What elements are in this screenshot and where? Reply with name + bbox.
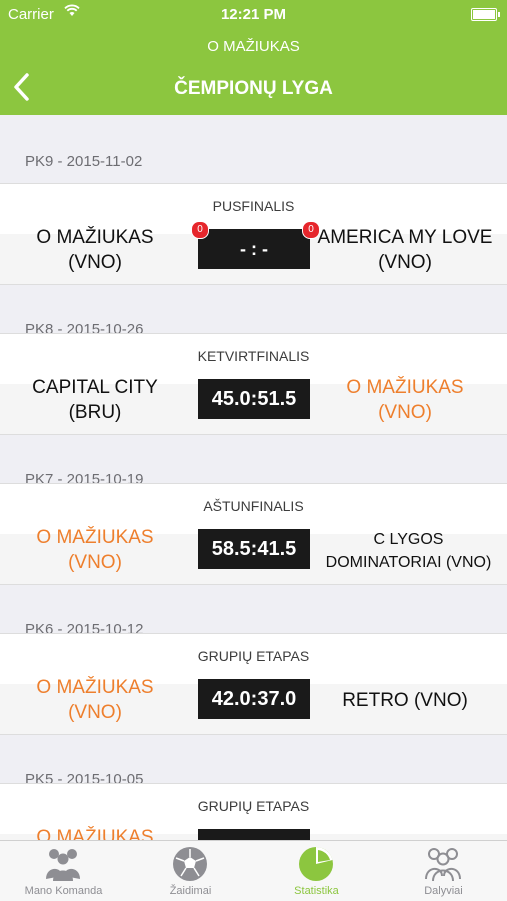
home-team-city: (VNO) bbox=[68, 552, 122, 573]
match-score: 45.0:51.5 bbox=[198, 379, 310, 419]
away-team: AMERICA MY LOVE (VNO) bbox=[310, 225, 500, 275]
soccer-ball-icon bbox=[170, 846, 210, 882]
match-score: 42.0:37.0 bbox=[198, 679, 310, 719]
home-team-name: O MAŽIUKAS bbox=[36, 227, 154, 248]
away-team: C LYGOS DOMINATORIAI (VNO) bbox=[310, 528, 507, 574]
match-score: 58.5:41.5 bbox=[198, 529, 310, 569]
tab-label: Dalyviai bbox=[424, 885, 463, 897]
away-team: O MAŽIUKAS (VNO) bbox=[310, 375, 500, 425]
tab-mano-komanda[interactable]: Mano Komanda bbox=[0, 841, 127, 901]
home-team-name: CAPITAL CITY bbox=[32, 377, 158, 398]
match-card[interactable]: KETVIRTFINALIS CAPITAL CITY (BRU) 45.0:51… bbox=[0, 333, 507, 435]
tab-bar: Mano Komanda Žaidimai Statistika Dalyvia… bbox=[0, 840, 507, 901]
home-badge: 0 bbox=[191, 221, 209, 239]
home-team-city: (BRU) bbox=[68, 402, 122, 423]
match-stage: GRUPIŲ ETAPAS bbox=[197, 648, 310, 664]
home-team: O MAŽIUKAS (VNO) bbox=[0, 675, 190, 725]
away-team-city: (VNO) bbox=[378, 252, 432, 273]
match-stage: GRUPIŲ ETAPAS bbox=[197, 798, 310, 814]
match-stage: KETVIRTFINALIS bbox=[197, 348, 310, 364]
match-stage: AŠTUNFINALIS bbox=[203, 498, 304, 514]
home-team: O MAŽIUKAS (VNO) bbox=[0, 225, 190, 275]
home-team: CAPITAL CITY (BRU) bbox=[0, 375, 190, 425]
team-subtitle: O MAŽIUKAS bbox=[207, 38, 300, 55]
away-team-city: DOMINATORIAI (VNO) bbox=[325, 554, 492, 571]
tab-label: Mano Komanda bbox=[24, 885, 103, 897]
clock: 12:21 PM bbox=[220, 6, 287, 23]
match-card[interactable]: PUSFINALIS O MAŽIUKAS (VNO) - : - 0 0 AME… bbox=[0, 183, 507, 285]
tab-dalyviai[interactable]: Dalyviai bbox=[380, 841, 507, 901]
match-card[interactable]: GRUPIŲ ETAPAS O MAŽIUKAS bbox=[0, 783, 507, 840]
status-bar: Carrier 12:21 PM bbox=[0, 0, 507, 30]
header: Carrier 12:21 PM O MAŽIUKAS ČEMPIONŲ LYG… bbox=[0, 0, 507, 115]
tab-label: Žaidimai bbox=[169, 885, 212, 897]
away-team-name: C LYGOS bbox=[373, 531, 444, 548]
away-team-name: AMERICA MY LOVE bbox=[317, 227, 493, 248]
home-team-name: O MAŽIUKAS bbox=[36, 677, 154, 698]
home-team-name: O MAŽIUKAS bbox=[36, 827, 154, 840]
tab-statistika[interactable]: Statistika bbox=[253, 841, 380, 901]
home-team: O MAŽIUKAS (VNO) bbox=[0, 525, 190, 575]
page-title: ČEMPIONŲ LYGA bbox=[174, 78, 333, 99]
match-score bbox=[198, 829, 310, 840]
tab-zaidimai[interactable]: Žaidimai bbox=[127, 841, 254, 901]
match-card[interactable]: AŠTUNFINALIS O MAŽIUKAS (VNO) 58.5:41.5 C… bbox=[0, 483, 507, 585]
battery-icon bbox=[471, 8, 500, 21]
match-score: - : - bbox=[198, 229, 310, 269]
away-team-name: RETRO (VNO) bbox=[342, 690, 468, 711]
match-list[interactable]: PK9 - 2015-11-02 PUSFINALIS O MAŽIUKAS (V… bbox=[0, 115, 507, 840]
away-team-city: (VNO) bbox=[378, 402, 432, 423]
home-team-name: O MAŽIUKAS bbox=[36, 527, 154, 548]
team-icon bbox=[43, 846, 83, 882]
round-date: PK9 - 2015-11-02 bbox=[25, 153, 143, 170]
round-header: PK9 - 2015-11-02 bbox=[0, 115, 507, 183]
match-card[interactable]: GRUPIŲ ETAPAS O MAŽIUKAS (VNO) 42.0:37.0 … bbox=[0, 633, 507, 735]
tab-label: Statistika bbox=[294, 885, 339, 897]
participants-icon bbox=[423, 846, 463, 882]
home-team-city: (VNO) bbox=[68, 702, 122, 723]
away-team-name: O MAŽIUKAS bbox=[346, 377, 464, 398]
home-team-city: (VNO) bbox=[68, 252, 122, 273]
match-stage: PUSFINALIS bbox=[212, 198, 295, 214]
home-team: O MAŽIUKAS bbox=[0, 825, 190, 840]
away-team: RETRO (VNO) bbox=[310, 688, 500, 713]
pie-chart-icon bbox=[296, 846, 336, 882]
